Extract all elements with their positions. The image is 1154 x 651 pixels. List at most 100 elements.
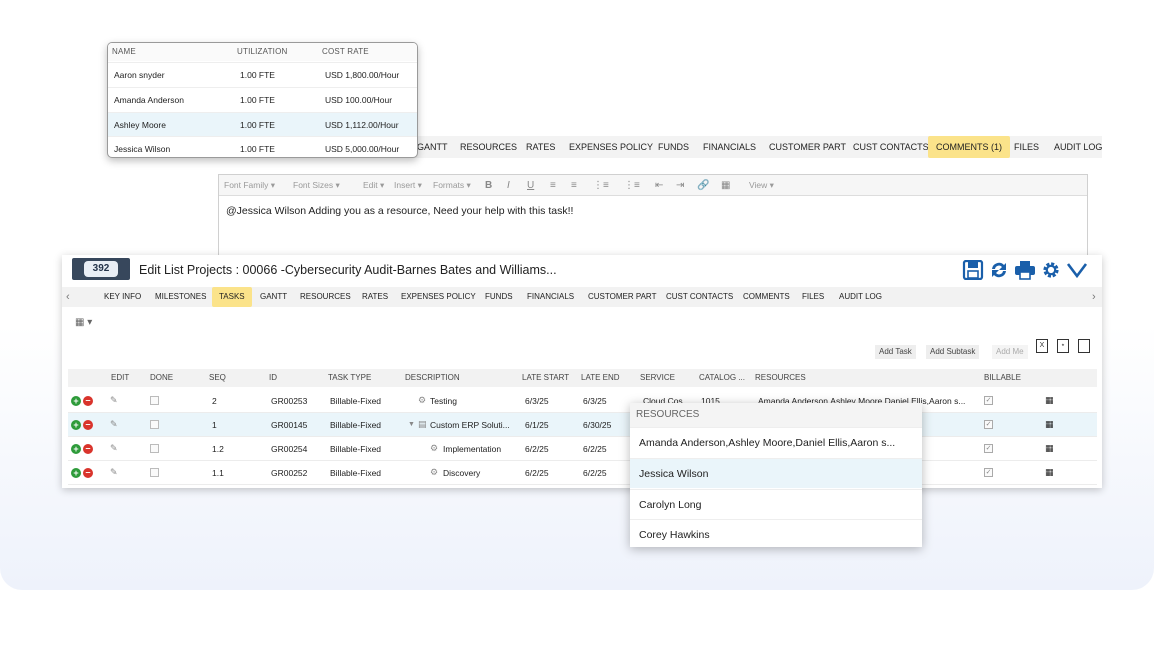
back-tab-files[interactable]: FILES bbox=[1014, 136, 1039, 158]
number-list-icon[interactable]: ⋮≡ bbox=[624, 175, 640, 196]
export-file-icon[interactable] bbox=[1078, 339, 1090, 353]
remove-row-icon[interactable]: – bbox=[83, 420, 93, 430]
billable-checkbox[interactable]: ✓ bbox=[984, 396, 993, 405]
cell-description[interactable]: Discovery bbox=[443, 468, 480, 478]
tab-financials[interactable]: FINANCIALS bbox=[527, 287, 574, 307]
view-menu[interactable]: View ▾ bbox=[749, 175, 774, 196]
italic-icon[interactable]: I bbox=[507, 175, 510, 196]
resource-option[interactable]: Corey Hawkins bbox=[630, 519, 922, 549]
underline-icon[interactable]: U bbox=[527, 175, 534, 196]
edit-pencil-icon[interactable]: ✎ bbox=[110, 419, 118, 430]
add-row-icon[interactable]: + bbox=[71, 468, 81, 478]
comment-editor[interactable]: Font Family ▾ Font Sizes ▾ Edit ▾ Insert… bbox=[218, 174, 1088, 256]
back-tab-funds[interactable]: FUNDS bbox=[658, 136, 689, 158]
col-seq[interactable]: SEQ bbox=[209, 369, 226, 387]
back-tab-gantt[interactable]: GANTT bbox=[417, 136, 448, 158]
table-row[interactable]: + – ✎ 1 GR00145 Billable-Fixed ▼ ▤ Custo… bbox=[68, 413, 1097, 437]
edit-menu[interactable]: Edit ▾ bbox=[363, 175, 384, 196]
export-pdf-icon[interactable]: ⋆ bbox=[1057, 339, 1069, 353]
settings-gear-icon[interactable] bbox=[1039, 260, 1063, 282]
table-row[interactable]: + – ✎ 1.1 GR00252 Billable-Fixed ⚙ Disco… bbox=[68, 461, 1097, 485]
col-description[interactable]: DESCRIPTION bbox=[405, 369, 460, 387]
resource-option[interactable]: Amanda Anderson,Ashley Moore,Daniel Elli… bbox=[630, 427, 922, 457]
col-service[interactable]: SERVICE bbox=[640, 369, 675, 387]
outdent-icon[interactable]: ⇤ bbox=[655, 175, 663, 196]
tab-customer-part[interactable]: CUSTOMER PART bbox=[588, 287, 656, 307]
refresh-icon[interactable] bbox=[987, 260, 1011, 282]
col-done[interactable]: DONE bbox=[150, 369, 173, 387]
done-checkbox[interactable] bbox=[150, 396, 159, 405]
tab-comments[interactable]: COMMENTS bbox=[743, 287, 790, 307]
tab-gantt[interactable]: GANTT bbox=[260, 287, 287, 307]
export-excel-icon[interactable]: X bbox=[1036, 339, 1048, 353]
rates-row[interactable]: Ashley Moore 1.00 FTE USD 1,112.00/Hour bbox=[108, 112, 417, 136]
add-me-button[interactable]: Add Me bbox=[992, 345, 1028, 359]
done-checkbox[interactable] bbox=[150, 444, 159, 453]
tab-milestones[interactable]: MILESTONES bbox=[155, 287, 206, 307]
tab-audit-log[interactable]: AUDIT LOG bbox=[839, 287, 882, 307]
col-catalog[interactable]: CATALOG ... bbox=[699, 369, 745, 387]
formats-menu[interactable]: Formats ▾ bbox=[433, 175, 471, 196]
rates-row[interactable]: Jessica Wilson 1.00 FTE USD 5,000.00/Hou… bbox=[108, 136, 417, 157]
align-left-icon[interactable]: ≡ bbox=[550, 175, 556, 196]
insert-menu[interactable]: Insert ▾ bbox=[394, 175, 422, 196]
save-icon[interactable] bbox=[961, 259, 985, 282]
tab-funds[interactable]: FUNDS bbox=[485, 287, 513, 307]
tabs-scroll-left-icon[interactable]: ‹ bbox=[66, 287, 70, 307]
chevron-down-icon[interactable] bbox=[1065, 260, 1089, 282]
grid-view-icon[interactable]: ▦ ▾ bbox=[75, 317, 92, 328]
back-tab-audit-log[interactable]: AUDIT LOG bbox=[1054, 136, 1102, 158]
tabs-scroll-right-icon[interactable]: › bbox=[1092, 287, 1096, 307]
expand-caret-icon[interactable]: ▼ bbox=[408, 421, 415, 428]
back-tab-financials[interactable]: FINANCIALS bbox=[703, 136, 756, 158]
remove-row-icon[interactable]: – bbox=[83, 444, 93, 454]
add-row-icon[interactable]: + bbox=[71, 420, 81, 430]
tab-rates[interactable]: RATES bbox=[362, 287, 388, 307]
print-icon[interactable] bbox=[1013, 260, 1037, 282]
done-checkbox[interactable] bbox=[150, 420, 159, 429]
col-task-type[interactable]: TASK TYPE bbox=[328, 369, 371, 387]
remove-row-icon[interactable]: – bbox=[83, 396, 93, 406]
calendar-icon[interactable]: ▦ bbox=[1045, 467, 1054, 478]
remove-row-icon[interactable]: – bbox=[83, 468, 93, 478]
back-tab-comments[interactable]: COMMENTS (1) bbox=[928, 136, 1010, 158]
indent-icon[interactable]: ⇥ bbox=[676, 175, 684, 196]
add-task-button[interactable]: Add Task bbox=[875, 345, 916, 359]
col-edit[interactable]: EDIT bbox=[111, 369, 129, 387]
col-resources[interactable]: RESOURCES bbox=[755, 369, 806, 387]
back-tab-customer-part[interactable]: CUSTOMER PART bbox=[769, 136, 846, 158]
add-row-icon[interactable]: + bbox=[71, 396, 81, 406]
calendar-icon[interactable]: ▦ bbox=[1045, 419, 1054, 430]
add-subtask-button[interactable]: Add Subtask bbox=[926, 345, 980, 359]
resource-option[interactable]: Carolyn Long bbox=[630, 489, 922, 519]
table-row[interactable]: + – ✎ 2 GR00253 Billable-Fixed ⚙ Testing… bbox=[68, 389, 1097, 413]
tab-resources[interactable]: RESOURCES bbox=[300, 287, 351, 307]
edit-pencil-icon[interactable]: ✎ bbox=[110, 395, 118, 406]
col-late-start[interactable]: LATE START bbox=[522, 369, 569, 387]
billable-checkbox[interactable]: ✓ bbox=[984, 468, 993, 477]
tab-expenses-policy[interactable]: EXPENSES POLICY bbox=[401, 287, 476, 307]
cell-description[interactable]: Testing bbox=[430, 396, 457, 406]
back-tab-resources[interactable]: RESOURCES bbox=[460, 136, 517, 158]
font-sizes-dropdown[interactable]: Font Sizes ▾ bbox=[293, 175, 340, 196]
back-tab-rates[interactable]: RATES bbox=[526, 136, 555, 158]
edit-pencil-icon[interactable]: ✎ bbox=[110, 443, 118, 454]
add-row-icon[interactable]: + bbox=[71, 444, 81, 454]
resource-option[interactable]: Jessica Wilson bbox=[630, 458, 922, 488]
tab-files[interactable]: FILES bbox=[802, 287, 824, 307]
back-tab-expenses-policy[interactable]: EXPENSES POLICY bbox=[569, 136, 653, 158]
billable-checkbox[interactable]: ✓ bbox=[984, 444, 993, 453]
bullet-list-icon[interactable]: ⋮≡ bbox=[593, 175, 609, 196]
font-family-dropdown[interactable]: Font Family ▾ bbox=[224, 175, 275, 196]
calendar-icon[interactable]: ▦ bbox=[1045, 443, 1054, 454]
col-billable[interactable]: BILLABLE bbox=[984, 369, 1021, 387]
rates-row[interactable]: Aaron snyder 1.00 FTE USD 1,800.00/Hour bbox=[108, 62, 417, 86]
link-icon[interactable]: 🔗 bbox=[697, 175, 709, 196]
table-row[interactable]: + – ✎ 1.2 GR00254 Billable-Fixed ⚙ Imple… bbox=[68, 437, 1097, 461]
calendar-icon[interactable]: ▦ bbox=[1045, 395, 1054, 406]
cell-description[interactable]: Implementation bbox=[443, 444, 501, 454]
cell-description[interactable]: Custom ERP Soluti... bbox=[430, 420, 510, 430]
edit-pencil-icon[interactable]: ✎ bbox=[110, 467, 118, 478]
align-center-icon[interactable]: ≡ bbox=[571, 175, 577, 196]
tab-cust-contacts[interactable]: CUST CONTACTS bbox=[666, 287, 733, 307]
